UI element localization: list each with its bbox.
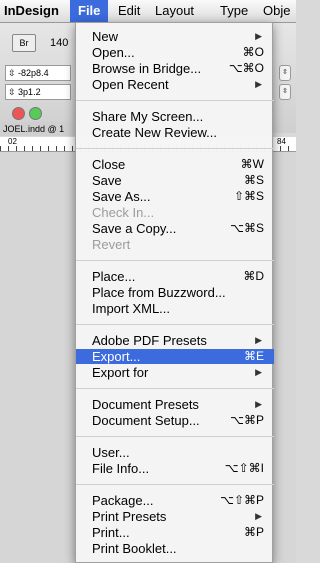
menu-item-document-presets[interactable]: Document Presets ▶ [76, 397, 274, 412]
menu-item-user[interactable]: User... [76, 445, 274, 460]
ref-x-value: -82p8.4 [18, 68, 49, 78]
submenu-arrow-icon: ▶ [255, 511, 262, 521]
menu-item-close[interactable]: Close ⌘W [76, 157, 274, 172]
menu-object[interactable]: Obje [263, 3, 290, 18]
menu-item-place-from-buzzword[interactable]: Place from Buzzword... [76, 285, 274, 300]
submenu-arrow-icon: ▶ [255, 367, 262, 377]
spinner-icon[interactable]: ⇳ [279, 84, 291, 100]
menu-separator [76, 388, 274, 389]
menu-item-place[interactable]: Place... ⌘D [76, 269, 274, 284]
menu-separator [76, 148, 274, 149]
menu-separator [76, 260, 274, 261]
menu-item-save-as[interactable]: Save As... ⇧⌘S [76, 189, 274, 204]
menu-item-document-setup[interactable]: Document Setup... ⌥⌘P [76, 413, 274, 428]
ref-y-field[interactable]: ⇳ 3p1.2 [5, 84, 71, 100]
menu-layout[interactable]: Layout [155, 3, 194, 18]
menu-item-share-my-screen[interactable]: Share My Screen... [76, 109, 274, 124]
up-down-icon: ⇳ [8, 68, 19, 78]
menu-item-open-recent[interactable]: Open Recent ▶ [76, 77, 274, 92]
ruler-label-right: 84 [277, 137, 286, 146]
menu-item-revert: Revert [92, 237, 131, 252]
ref-x-field[interactable]: ⇳ -82p8.4 [5, 65, 71, 81]
spinner-icon[interactable]: ⇳ [279, 65, 291, 81]
close-window-icon[interactable] [12, 107, 25, 120]
submenu-arrow-icon: ▶ [255, 79, 262, 89]
menu-item-check-in: Check In... [92, 205, 155, 220]
menu-item-package[interactable]: Package... ⌥⇧⌘P [76, 493, 274, 508]
menu-item-file-info[interactable]: File Info... ⌥⇧⌘I [76, 461, 274, 476]
menu-item-export[interactable]: Export... ⌘E [76, 349, 274, 364]
submenu-arrow-icon: ▶ [255, 399, 262, 409]
menu-separator [76, 436, 274, 437]
menu-item-open[interactable]: Open... ⌘O [76, 45, 274, 60]
submenu-arrow-icon: ▶ [255, 31, 262, 41]
menu-item-new[interactable]: New ▶ [76, 29, 274, 44]
menu-item-print[interactable]: Print... ⌘P [76, 525, 274, 540]
bridge-button[interactable]: Br [12, 34, 36, 52]
menu-item-save-a-copy[interactable]: Save a Copy... ⌥⌘S [76, 221, 274, 236]
menu-separator [76, 100, 274, 101]
menu-item-save[interactable]: Save ⌘S [76, 173, 274, 188]
menu-item-adobe-pdf-presets[interactable]: Adobe PDF Presets ▶ [76, 333, 274, 348]
app-menu-indesign[interactable]: InDesign [4, 3, 59, 18]
menu-bar: InDesign File Edit Layout Type Obje [0, 0, 296, 23]
menu-separator [76, 324, 274, 325]
menu-item-export-for[interactable]: Export for ▶ [76, 365, 274, 380]
submenu-arrow-icon: ▶ [255, 335, 262, 345]
menu-item-print-booklet[interactable]: Print Booklet... [76, 541, 274, 556]
document-tab[interactable]: JOEL.indd @ 1 [0, 122, 78, 136]
menu-item-browse-in-bridge[interactable]: Browse in Bridge... ⌥⌘O [76, 61, 274, 76]
ruler-label-left: 02 [8, 137, 17, 146]
menu-type[interactable]: Type [220, 3, 248, 18]
up-down-icon: ⇳ [8, 87, 19, 97]
menu-item-create-new-review[interactable]: Create New Review... [76, 125, 274, 140]
menu-edit[interactable]: Edit [118, 3, 140, 18]
zoom-level[interactable]: 140 [50, 37, 68, 49]
file-menu: New ▶ Open... ⌘O Browse in Bridge... ⌥⌘O Op… [75, 22, 274, 563]
zoom-window-icon[interactable] [29, 107, 42, 120]
menu-separator [76, 484, 274, 485]
menu-item-print-presets[interactable]: Print Presets ▶ [76, 509, 274, 524]
ref-y-value: 3p1.2 [18, 87, 41, 97]
menu-file[interactable]: File [70, 0, 109, 22]
menu-item-import-xml[interactable]: Import XML... [76, 301, 274, 316]
